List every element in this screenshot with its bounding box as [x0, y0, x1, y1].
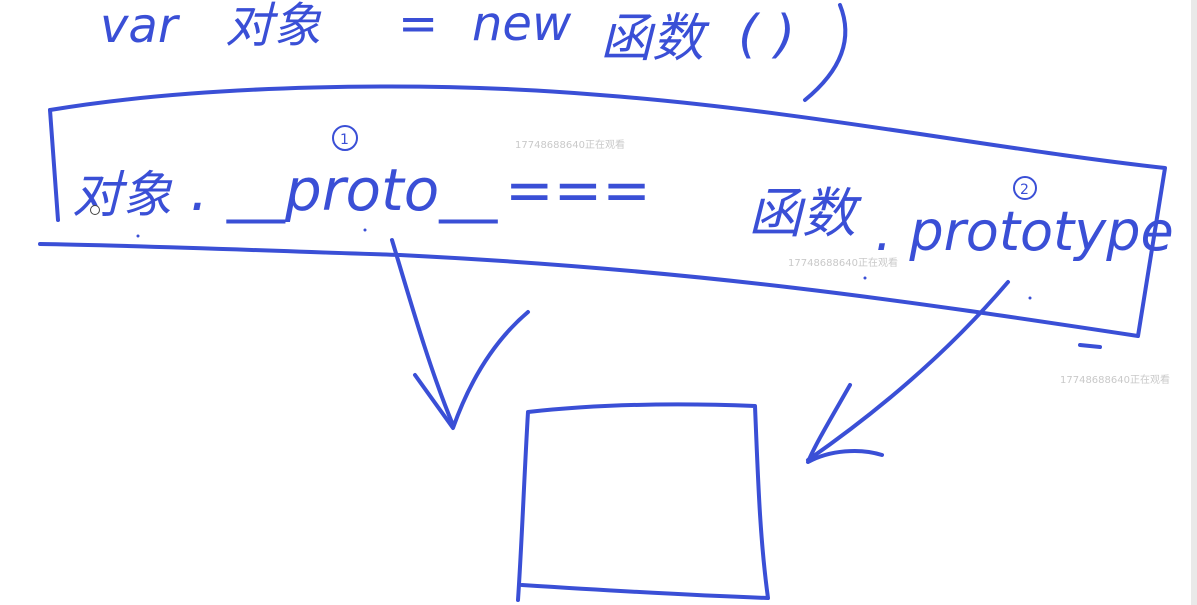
ink-dot: [363, 228, 367, 232]
marker-1-text: 1: [340, 132, 349, 148]
top-object-text: 对象: [225, 0, 322, 54]
boxed-proto-text: . __proto__: [190, 156, 498, 224]
whiteboard-canvas[interactable]: var 对象 = new 函数 ( ) 对象 . __proto__ === 函…: [0, 0, 1197, 605]
ink-dot: [863, 276, 867, 280]
marker-2-text: 2: [1020, 182, 1029, 198]
right-arrow-shaft: [806, 280, 1010, 462]
ink-dot: [1028, 296, 1032, 300]
ink-dot: [136, 234, 140, 238]
top-parens-text: ( ): [738, 5, 795, 65]
enclosure-left-edge: [48, 108, 60, 222]
viewer-watermark: 17748688640正在观看: [515, 138, 625, 151]
viewer-watermark: 17748688640正在观看: [788, 256, 898, 269]
top-new-text: new: [472, 0, 572, 52]
boxed-function-text: 函数: [748, 182, 862, 245]
top-var-text: var: [100, 0, 181, 54]
top-equals-text: =: [398, 0, 438, 52]
prototype-object-box: [516, 402, 770, 602]
canvas-edge: [1191, 0, 1197, 605]
enclosure-tail: [1078, 343, 1102, 349]
boxed-object-text: 对象: [72, 166, 173, 224]
viewer-watermark: 17748688640正在观看: [1060, 373, 1170, 386]
paren-close-stroke: [803, 3, 848, 102]
left-arrow-shaft: [390, 238, 455, 427]
pointer-cursor-icon: [90, 205, 100, 215]
boxed-strict-equals-text: ===: [505, 156, 651, 224]
top-function-text: 函数: [600, 9, 710, 69]
boxed-prototype-text: . prototype: [875, 200, 1174, 263]
